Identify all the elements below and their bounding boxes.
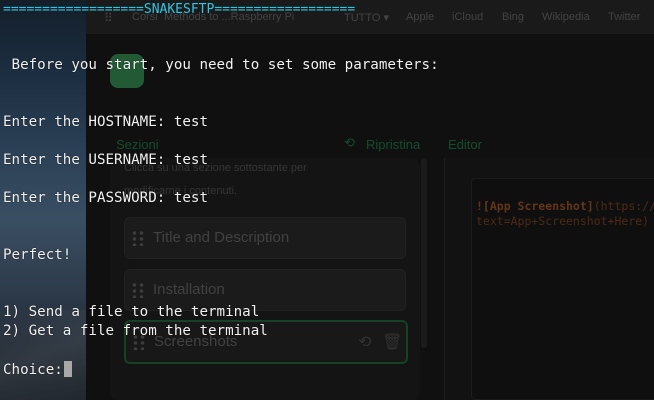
text-cursor[interactable] [63, 361, 72, 377]
choice-prompt-line[interactable]: Choice: [3, 361, 72, 378]
terminal-window[interactable]: ==================SNAKESFTP=============… [0, 0, 654, 400]
intro-text: Before you start, you need to set some p… [3, 57, 439, 73]
choice-prompt: Choice: [3, 362, 63, 378]
confirmation-text: Perfect! [3, 247, 72, 263]
menu-option-send: 1) Send a file to the terminal [3, 304, 260, 320]
menu-option-get: 2) Get a file from the terminal [3, 323, 268, 339]
password-prompt: Enter the PASSWORD: test [3, 190, 208, 206]
hostname-prompt: Enter the HOSTNAME: test [3, 114, 208, 130]
username-prompt: Enter the USERNAME: test [3, 152, 208, 168]
app-banner: ==================SNAKESFTP=============… [3, 2, 356, 17]
